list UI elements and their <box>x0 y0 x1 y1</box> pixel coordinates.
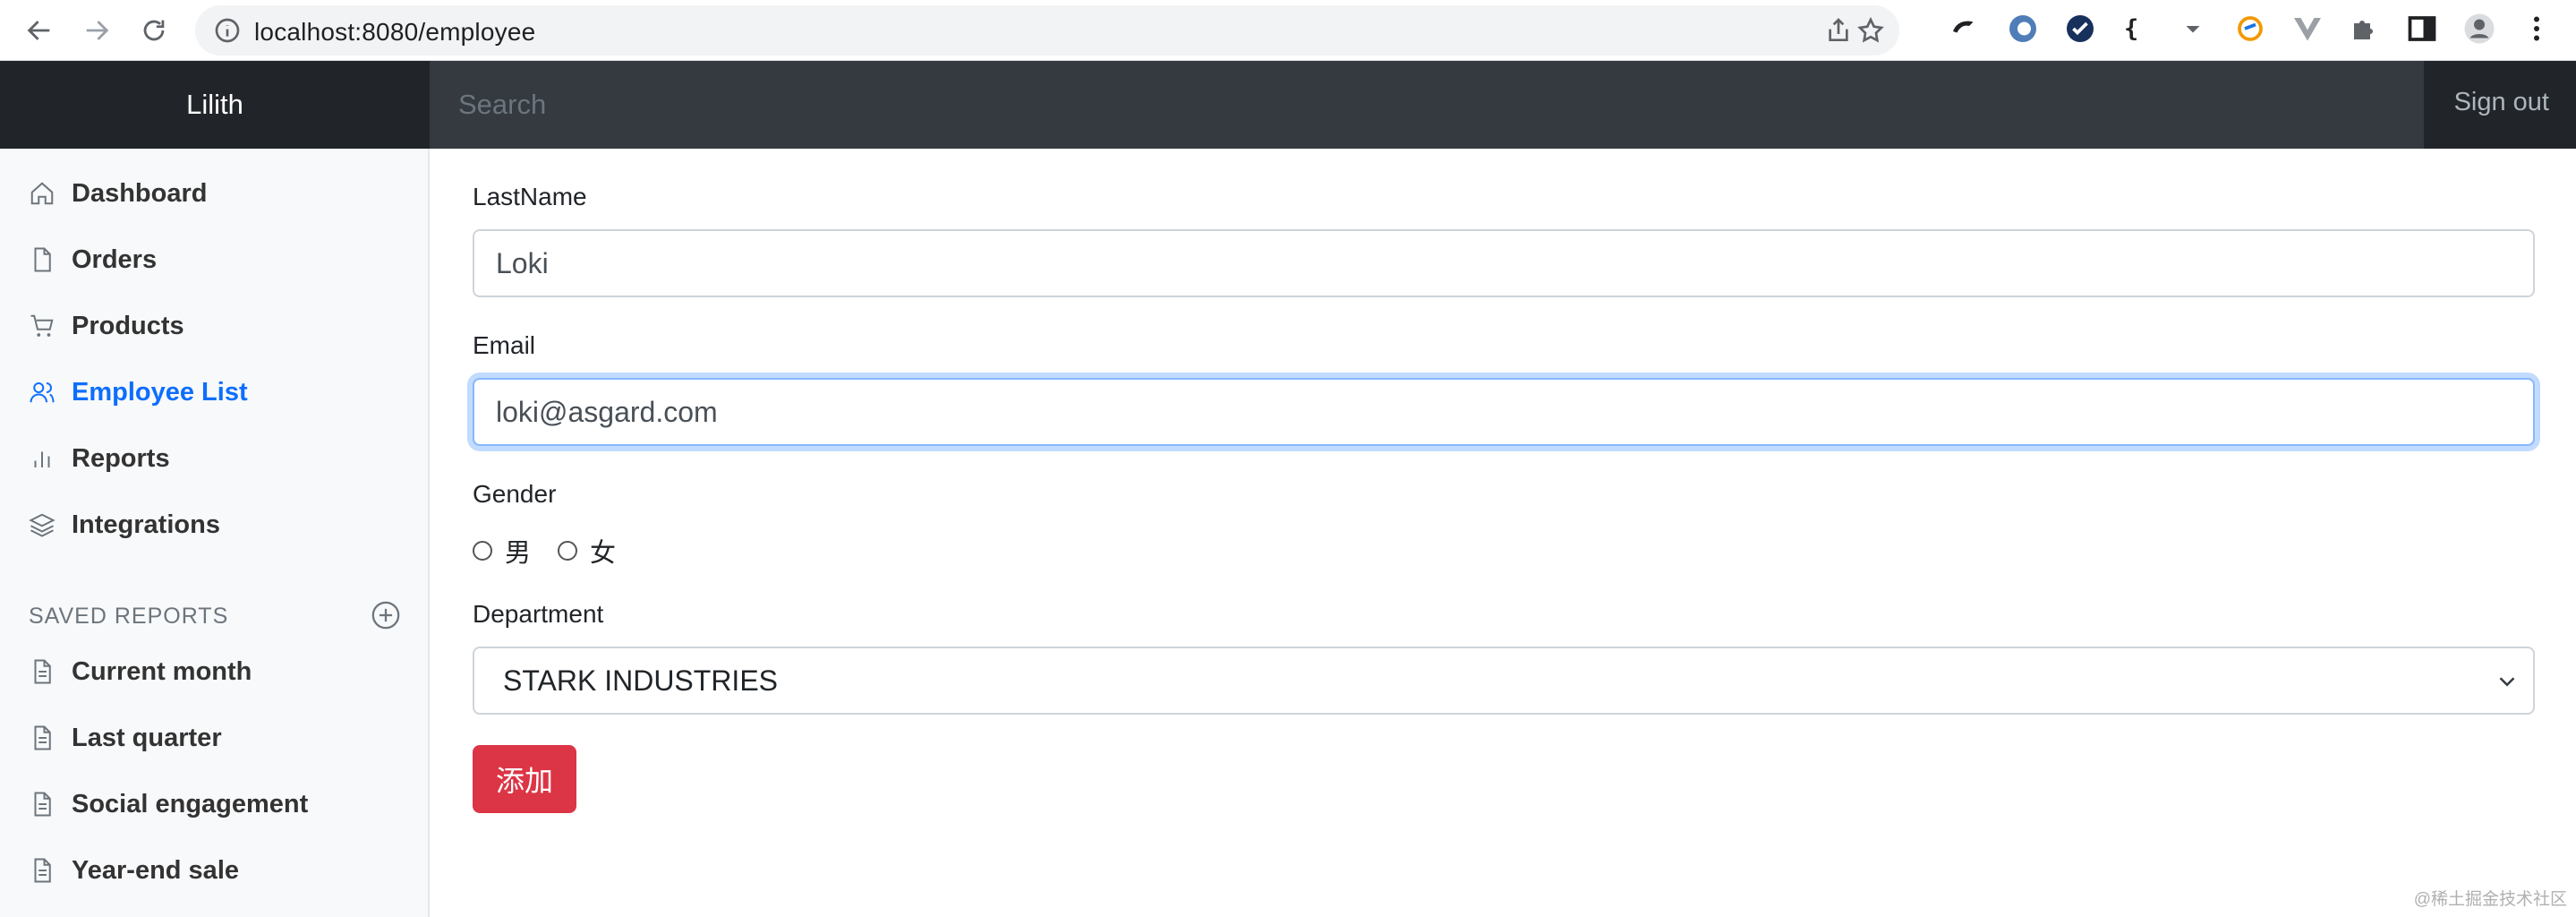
sidebar-item-orders[interactable]: Orders <box>29 240 157 279</box>
users-icon <box>30 382 55 403</box>
bar-chart-icon <box>34 451 50 467</box>
back-arrow-icon[interactable] <box>18 9 61 52</box>
sidepanel-icon[interactable] <box>2406 13 2438 45</box>
profile-icon[interactable] <box>2463 13 2495 45</box>
sidebar-item-integrations[interactable]: Integrations <box>29 505 220 544</box>
home-icon <box>30 182 54 205</box>
file-text-icon <box>34 659 51 684</box>
sidebar-item-label: Products <box>72 311 184 340</box>
extension-dropdown-icon[interactable] <box>2177 13 2209 45</box>
department-selected-value: STARK INDUSTRIES <box>503 664 778 697</box>
chevron-down-icon <box>2499 677 2515 687</box>
sidebar-item-label: Orders <box>72 244 158 274</box>
sidebar: Dashboard Orders Products Employee List … <box>0 149 430 917</box>
lastname-field[interactable] <box>473 229 2535 297</box>
brand-logo[interactable]: Lilith <box>0 61 430 149</box>
add-employee-button[interactable]: 添加 <box>473 745 576 813</box>
sign-out-link[interactable]: Sign out <box>2454 88 2549 117</box>
extension-braces-icon[interactable]: { } <box>2121 13 2154 45</box>
top-navbar: Lilith Sign out <box>0 61 2576 149</box>
file-icon <box>34 247 51 272</box>
cart-icon <box>30 314 54 337</box>
share-icon[interactable] <box>1824 16 1853 45</box>
gender-option-male[interactable]: 男 <box>473 532 531 570</box>
kebab-menu-icon[interactable] <box>2521 13 2553 45</box>
extension-blue-icon[interactable] <box>2007 13 2039 45</box>
star-icon[interactable] <box>1856 16 1885 45</box>
sidebar-item-label: Dashboard <box>72 178 208 208</box>
gender-option-female[interactable]: 女 <box>558 532 616 570</box>
gender-label: Gender <box>473 480 557 508</box>
sidebar-item-label: Employee List <box>72 377 248 407</box>
sidebar-item-last-quarter[interactable]: Last quarter <box>29 718 222 758</box>
radio-button[interactable] <box>473 541 492 561</box>
sidebar-item-label: Current month <box>72 656 252 686</box>
file-text-icon <box>34 858 51 883</box>
gender-option-label: 男 <box>505 539 532 568</box>
extension-dark-icon[interactable] <box>1948 13 1980 45</box>
email-label: Email <box>473 331 536 359</box>
site-info-icon[interactable] <box>213 16 242 45</box>
signout-container: Sign out <box>2424 61 2576 149</box>
url-text: localhost:8080/employee <box>254 18 536 46</box>
browser-toolbar: localhost:8080/employee { } <box>0 0 2576 61</box>
forward-arrow-icon[interactable] <box>75 9 118 52</box>
sidebar-item-label: Year-end sale <box>72 855 239 885</box>
reload-icon[interactable] <box>132 9 175 52</box>
gender-option-label: 女 <box>590 539 617 568</box>
extension-orange-icon[interactable] <box>2234 13 2266 45</box>
extension-check-icon[interactable] <box>2064 13 2096 45</box>
sidebar-item-social-engagement[interactable]: Social engagement <box>29 784 308 824</box>
lastname-label: LastName <box>473 183 587 210</box>
sidebar-item-current-month[interactable]: Current month <box>29 652 252 691</box>
svg-text:{ }: { } <box>2124 15 2154 43</box>
search-input[interactable] <box>430 61 2424 149</box>
file-text-icon <box>34 792 51 817</box>
email-field[interactable] <box>473 378 2535 446</box>
sidebar-item-label: Last quarter <box>72 723 222 752</box>
sidebar-item-label: Integrations <box>72 510 220 539</box>
department-label: Department <box>473 600 604 628</box>
extension-vue-icon[interactable] <box>2291 13 2324 45</box>
address-bar[interactable]: localhost:8080/employee <box>195 5 1899 56</box>
puzzle-icon[interactable] <box>2349 13 2381 45</box>
sidebar-item-dashboard[interactable]: Dashboard <box>29 174 207 213</box>
layers-icon <box>29 513 55 537</box>
gender-radio-group: 男 女 <box>473 532 643 570</box>
sidebar-item-label: Social engagement <box>72 789 309 818</box>
add-report-icon[interactable] <box>371 600 401 630</box>
sidebar-item-year-end-sale[interactable]: Year-end sale <box>29 851 239 890</box>
sidebar-item-label: Reports <box>72 443 170 473</box>
department-select[interactable]: STARK INDUSTRIES <box>473 647 2535 715</box>
file-text-icon <box>34 725 51 750</box>
saved-reports-heading: SAVED REPORTS <box>29 604 229 629</box>
sidebar-item-employee-list[interactable]: Employee List <box>29 373 248 412</box>
watermark: @稀土掘金技术社区 <box>2413 890 2567 909</box>
sidebar-item-reports[interactable]: Reports <box>29 439 170 478</box>
radio-button[interactable] <box>558 541 578 561</box>
sidebar-item-products[interactable]: Products <box>29 306 184 346</box>
